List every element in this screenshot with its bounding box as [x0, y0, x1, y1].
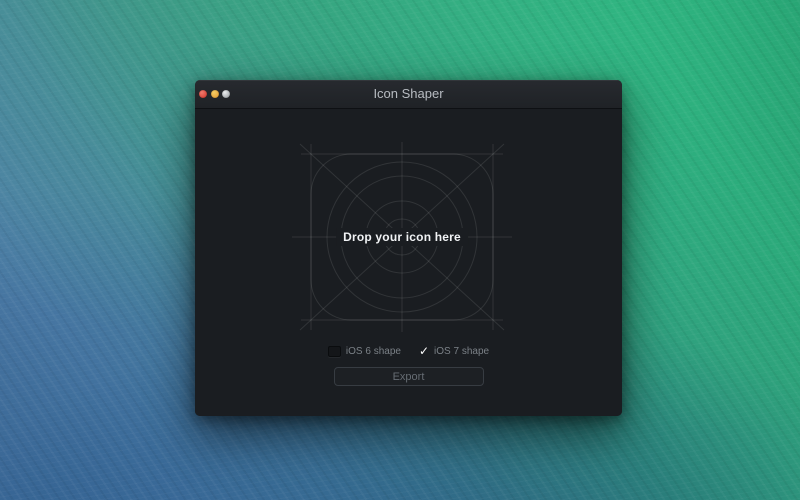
zoom-icon[interactable] — [222, 90, 230, 98]
checkbox-ios6-shape[interactable]: ✓ iOS 6 shape — [328, 346, 401, 357]
title-bar[interactable]: Icon Shaper — [195, 80, 622, 109]
checkbox-unchecked-icon[interactable] — [328, 346, 341, 357]
traffic-lights — [199, 80, 230, 108]
desktop: Icon Shaper — [0, 0, 800, 500]
checkbox-ios6-label: iOS 6 shape — [346, 346, 401, 357]
minimize-icon[interactable] — [211, 90, 219, 98]
export-button[interactable]: Export — [334, 367, 484, 386]
checkbox-ios7-shape[interactable]: ✓ iOS 7 shape — [419, 346, 489, 357]
drop-zone-label: Drop your icon here — [336, 228, 468, 246]
checkbox-ios7-label: iOS 7 shape — [434, 346, 489, 357]
checkmark-icon: ✓ — [419, 346, 429, 356]
shape-options-row: ✓ iOS 6 shape ✓ iOS 7 shape — [195, 343, 622, 359]
close-icon[interactable] — [199, 90, 207, 98]
app-window: Icon Shaper — [195, 80, 622, 416]
window-content: Drop your icon here ✓ iOS 6 shape ✓ iOS … — [195, 109, 622, 416]
window-title: Icon Shaper — [195, 80, 622, 108]
